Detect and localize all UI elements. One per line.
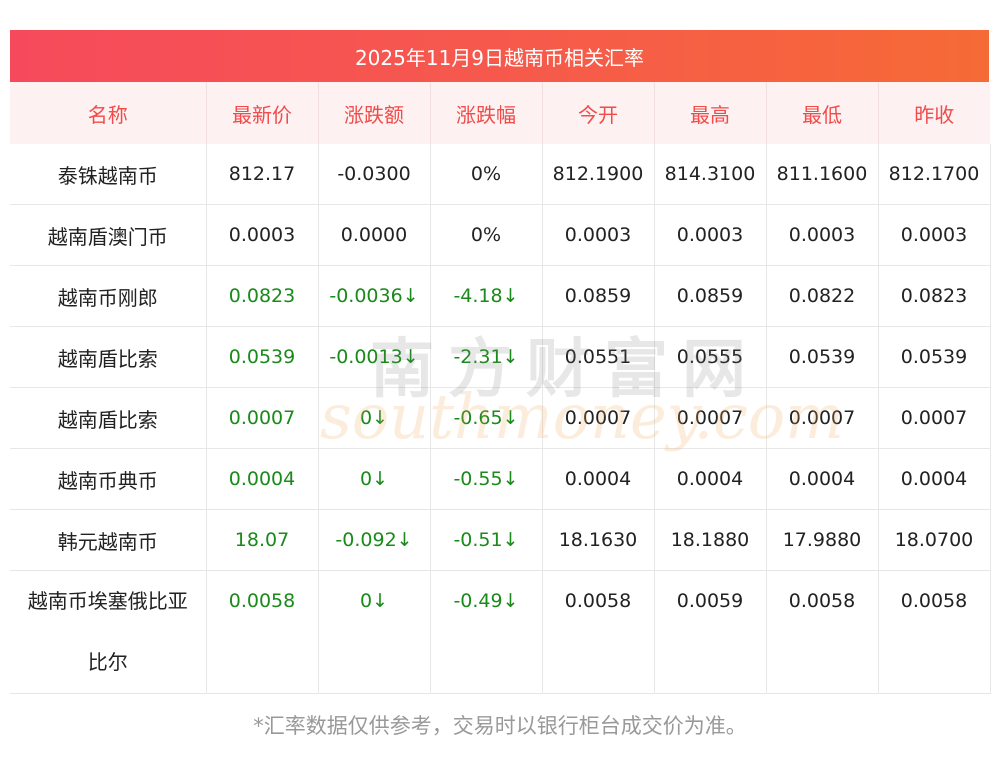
cell-latest: 812.17: [206, 144, 319, 205]
table-row: 越南盾澳门币 0.0003 0.0000 0% 0.0003 0.0003 0.…: [10, 204, 991, 266]
cell-low: 0.0539: [766, 326, 879, 388]
table-row: 越南盾比索 0.0539 -0.0013↓ -2.31↓ 0.0551 0.05…: [10, 326, 991, 388]
cell-name: 越南币刚郎: [10, 265, 207, 327]
cell-open: 0.0859: [542, 265, 655, 327]
cell-prev: 812.1700: [878, 144, 991, 205]
cell-high: 0.0003: [654, 204, 767, 266]
cell-pct: -0.51↓: [430, 509, 543, 571]
col-header-name: 名称: [10, 82, 207, 144]
cell-high: 0.0004: [654, 448, 767, 510]
cell-low: 17.9880: [766, 509, 879, 571]
col-header-prev: 昨收: [878, 82, 990, 144]
cell-open: 0.0058: [542, 570, 655, 694]
cell-high: 0.0555: [654, 326, 767, 388]
cell-prev: 0.0003: [878, 204, 991, 266]
cell-change: -0.092↓: [318, 509, 431, 571]
cell-latest: 0.0058: [206, 570, 319, 694]
col-header-change: 涨跌额: [318, 82, 431, 144]
cell-open: 0.0003: [542, 204, 655, 266]
cell-pct: -0.49↓: [430, 570, 543, 694]
cell-change: -0.0013↓: [318, 326, 431, 388]
cell-name: 越南币典币: [10, 448, 207, 510]
cell-change: 0↓: [318, 570, 431, 694]
cell-low: 0.0007: [766, 387, 879, 449]
col-header-pct: 涨跌幅: [430, 82, 543, 144]
cell-name-line1: 越南币埃塞俄比亚: [27, 589, 188, 613]
col-header-high: 最高: [654, 82, 767, 144]
cell-latest: 0.0003: [206, 204, 319, 266]
cell-latest: 0.0007: [206, 387, 319, 449]
cell-high: 0.0859: [654, 265, 767, 327]
cell-latest: 0.0539: [206, 326, 319, 388]
cell-high: 18.1880: [654, 509, 767, 571]
cell-pct: 0%: [430, 204, 543, 266]
table-row: 越南币埃塞俄比亚 比尔 0.0058 0↓ -0.49↓ 0.0058 0.005…: [10, 570, 991, 694]
cell-latest: 18.07: [206, 509, 319, 571]
header-row: 名称 最新价 涨跌额 涨跌幅 今开 最高 最低 昨收: [10, 82, 990, 144]
cell-prev: 0.0539: [878, 326, 991, 388]
cell-prev: 18.0700: [878, 509, 991, 571]
cell-name: 越南币埃塞俄比亚 比尔: [10, 570, 207, 694]
cell-name: 越南盾比索: [10, 326, 207, 388]
table-row: 越南币刚郎 0.0823 -0.0036↓ -4.18↓ 0.0859 0.08…: [10, 265, 991, 327]
cell-change: -0.0300: [318, 144, 431, 205]
cell-change: -0.0036↓: [318, 265, 431, 327]
col-header-low: 最低: [766, 82, 879, 144]
cell-prev: 0.0823: [878, 265, 991, 327]
exchange-rate-table: 名称 最新价 涨跌额 涨跌幅 今开 最高 最低 昨收 泰铢越南币 812.17 …: [10, 82, 991, 694]
col-header-latest: 最新价: [206, 82, 319, 144]
cell-pct: -0.65↓: [430, 387, 543, 449]
cell-low: 0.0004: [766, 448, 879, 510]
cell-prev: 0.0004: [878, 448, 991, 510]
col-header-open: 今开: [542, 82, 655, 144]
cell-change: 0↓: [318, 387, 431, 449]
table-row: 泰铢越南币 812.17 -0.0300 0% 812.1900 814.310…: [10, 144, 991, 205]
cell-open: 0.0004: [542, 448, 655, 510]
cell-open: 0.0551: [542, 326, 655, 388]
cell-pct: -0.55↓: [430, 448, 543, 510]
cell-name: 越南盾比索: [10, 387, 207, 449]
cell-change: 0↓: [318, 448, 431, 510]
cell-high: 0.0059: [654, 570, 767, 694]
table-row: 韩元越南币 18.07 -0.092↓ -0.51↓ 18.1630 18.18…: [10, 509, 991, 571]
cell-low: 811.1600: [766, 144, 879, 205]
cell-pct: -2.31↓: [430, 326, 543, 388]
footnote: *汇率数据仅供参考，交易时以银行柜台成交价为准。: [253, 714, 747, 738]
cell-name: 泰铢越南币: [10, 144, 207, 205]
cell-low: 0.0822: [766, 265, 879, 327]
cell-pct: 0%: [430, 144, 543, 205]
cell-prev: 0.0007: [878, 387, 991, 449]
cell-low: 0.0003: [766, 204, 879, 266]
cell-name-line2: 比尔: [87, 650, 128, 674]
cell-open: 812.1900: [542, 144, 655, 205]
cell-name: 韩元越南币: [10, 509, 207, 571]
cell-low: 0.0058: [766, 570, 879, 694]
cell-name: 越南盾澳门币: [10, 204, 207, 266]
table-title: 2025年11月9日越南币相关汇率: [10, 30, 989, 82]
cell-high: 0.0007: [654, 387, 767, 449]
table-row: 越南盾比索 0.0007 0↓ -0.65↓ 0.0007 0.0007 0.0…: [10, 387, 991, 449]
cell-latest: 0.0823: [206, 265, 319, 327]
cell-open: 0.0007: [542, 387, 655, 449]
cell-change: 0.0000: [318, 204, 431, 266]
table-row: 越南币典币 0.0004 0↓ -0.55↓ 0.0004 0.0004 0.0…: [10, 448, 991, 510]
cell-open: 18.1630: [542, 509, 655, 571]
cell-prev: 0.0058: [878, 570, 991, 694]
cell-latest: 0.0004: [206, 448, 319, 510]
cell-high: 814.3100: [654, 144, 767, 205]
cell-pct: -4.18↓: [430, 265, 543, 327]
rate-table-card: 2025年11月9日越南币相关汇率 名称 最新价 涨跌额 涨跌幅 今开 最高 最…: [10, 30, 991, 694]
